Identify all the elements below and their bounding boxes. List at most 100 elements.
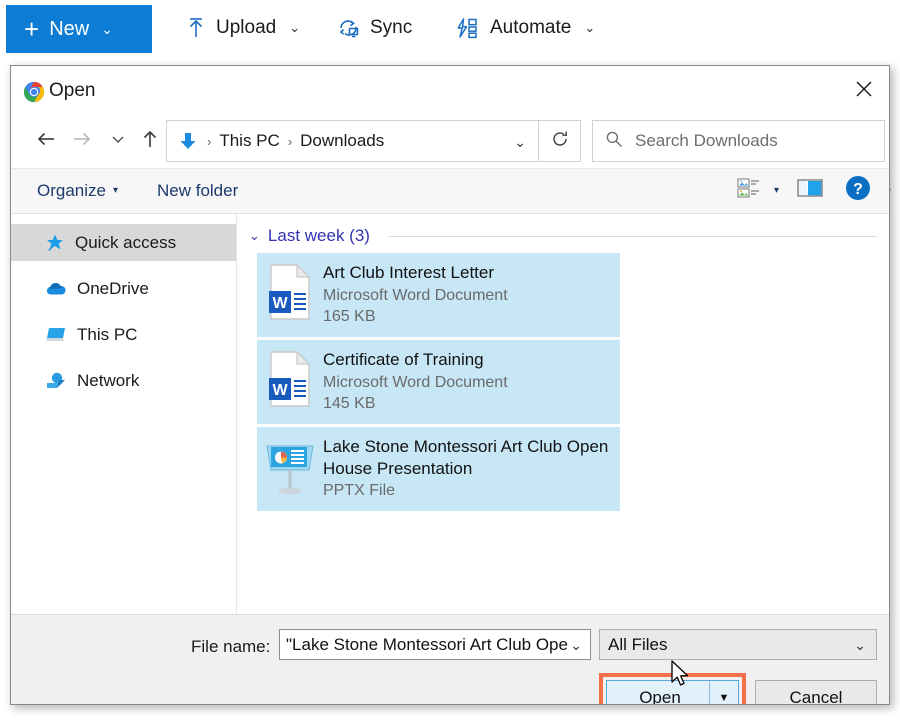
downloads-icon [177,130,199,152]
cloud-icon [45,280,67,298]
open-button-label: Open [607,688,709,706]
help-button[interactable]: ? [845,169,871,212]
file-name: Lake Stone Montessori Art Club Open Hous… [323,436,612,480]
forward-button [67,124,97,158]
file-name: Art Club Interest Letter [323,262,612,284]
search-placeholder: Search Downloads [635,131,778,151]
dialog-body: Quick access OneDrive [11,214,889,614]
dialog-title: Open [49,80,95,102]
breadcrumb-this-pc[interactable]: This PC [219,131,279,151]
chevron-down-icon: ⌄ [584,20,595,36]
sharepoint-command-bar: + New ⌄ Upload ⌄ Sync [0,0,900,58]
search-input[interactable]: Search Downloads [592,120,885,162]
sidebar-label: This PC [77,325,137,345]
file-list-item[interactable]: W Art Club Interest Letter Microsoft Wor… [257,253,620,337]
network-icon [45,371,67,391]
open-split-dropdown[interactable]: ▼ [709,681,738,705]
file-type: Microsoft Word Document [323,285,612,307]
help-icon: ? [845,175,871,206]
caret-down-icon: ▼ [719,692,730,704]
screen: + New ⌄ Upload ⌄ Sync [0,0,900,721]
file-name-label: File name: [191,637,270,657]
sidebar-item-onedrive[interactable]: OneDrive [11,270,236,307]
chrome-icon [23,81,45,108]
organize-button[interactable]: Organize ▾ [37,169,118,212]
cancel-button-label: Cancel [790,688,843,706]
group-divider [388,236,877,237]
preview-pane-button[interactable] [797,169,823,212]
chevron-down-icon: ⌄ [289,20,300,36]
file-type: PPTX File [323,480,612,502]
word-doc-icon: W [257,262,323,320]
automate-button[interactable]: Automate ⌄ [455,8,595,48]
navigation-sidebar: Quick access OneDrive [11,214,237,614]
sidebar-label: Quick access [75,233,176,253]
sync-button[interactable]: Sync [337,8,412,48]
file-group-header[interactable]: ⌄ Last week (3) [237,222,889,250]
sidebar-item-network[interactable]: Network [11,362,236,399]
dialog-footer: File name: "Lake Stone Montessori Art Cl… [11,614,889,705]
powerpoint-icon [257,436,323,498]
chevron-down-icon: ⌄ [854,637,866,654]
plus-icon: + [24,16,39,42]
word-doc-icon: W [257,349,323,407]
breadcrumb-separator: › [207,134,211,149]
file-meta: Lake Stone Montessori Art Club Open Hous… [323,436,620,502]
up-arrow-icon [141,129,159,154]
breadcrumb-downloads[interactable]: Downloads [300,131,384,151]
sidebar-label: OneDrive [77,279,149,299]
cancel-button[interactable]: Cancel [755,680,877,705]
file-type: Microsoft Word Document [323,372,612,394]
view-options-button[interactable] [737,169,761,212]
svg-text:?: ? [853,181,863,198]
new-folder-button[interactable]: New folder [157,169,238,212]
file-meta: Certificate of Training Microsoft Word D… [323,349,620,415]
open-button[interactable]: Open ▼ [606,680,739,705]
refresh-button[interactable] [539,120,581,162]
address-row: › This PC › Downloads ⌄ Search Downloads [11,116,889,168]
file-size: 165 KB [323,306,612,328]
search-icon [605,130,623,153]
chevron-down-icon[interactable]: ⌄ [570,637,582,654]
organize-label: Organize [37,181,106,201]
file-size: 145 KB [323,393,612,415]
file-group-label: Last week (3) [268,226,370,246]
new-button[interactable]: + New ⌄ [6,5,152,53]
file-type-value: All Files [608,635,668,655]
recent-locations-button[interactable] [103,124,133,158]
sidebar-item-this-pc[interactable]: This PC [11,316,236,353]
dialog-toolbar: Organize ▾ New folder [11,168,889,214]
pin-star-icon [45,233,65,253]
new-button-label: New [49,18,89,41]
open-file-dialog: Open [10,65,890,705]
back-button[interactable] [31,124,61,158]
address-chevron-down-icon[interactable]: ⌄ [514,134,526,151]
file-list-item[interactable]: Lake Stone Montessori Art Club Open Hous… [257,427,620,511]
view-options-caret-down-icon[interactable]: ▾ [774,169,779,212]
back-arrow-icon [36,130,56,153]
address-bar[interactable]: › This PC › Downloads ⌄ [166,120,539,162]
file-meta: Art Club Interest Letter Microsoft Word … [323,262,620,328]
file-name: Certificate of Training [323,349,612,371]
svg-text:W: W [272,382,288,399]
upload-button[interactable]: Upload ⌄ [185,8,300,48]
chevron-down-icon[interactable]: ⌄ [249,228,260,244]
file-type-select[interactable]: All Files ⌄ [599,629,877,660]
close-button[interactable] [839,66,889,116]
breadcrumb-separator: › [288,134,292,149]
close-icon [854,79,874,104]
automate-label: Automate [490,17,571,39]
sidebar-item-quick-access[interactable]: Quick access [11,224,236,261]
sidebar-label: Network [77,371,139,391]
refresh-icon [551,130,569,153]
file-name-input[interactable]: "Lake Stone Montessori Art Club Ope ⌄ [279,629,591,660]
caret-down-icon: ▾ [113,185,118,196]
file-list: ⌄ Last week (3) W [237,214,889,614]
chevron-down-icon [111,132,125,150]
chevron-down-icon: ⌄ [101,21,113,38]
upload-label: Upload [216,17,276,39]
file-name-value: "Lake Stone Montessori Art Club Ope [286,635,568,655]
up-button[interactable] [135,124,165,158]
sync-label: Sync [370,17,412,39]
file-list-item[interactable]: W Certificate of Training Microsoft Word… [257,340,620,424]
